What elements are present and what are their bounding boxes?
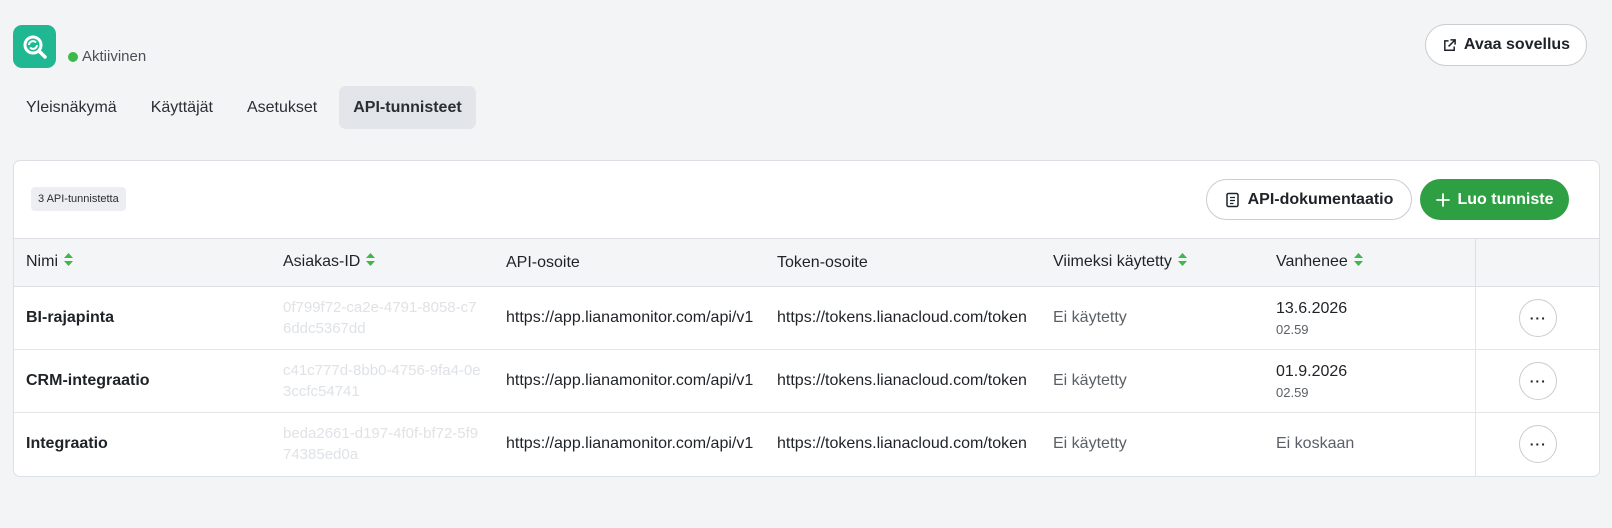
sort-icon[interactable] bbox=[64, 253, 73, 271]
api-url: https://app.lianamonitor.com/api/v1 bbox=[506, 372, 754, 389]
row-actions: ··· bbox=[1474, 349, 1599, 413]
sort-icon[interactable] bbox=[1353, 253, 1363, 271]
token-name: Integraatio bbox=[26, 435, 108, 453]
token-count-badge: 3 API-tunnistetta bbox=[31, 187, 126, 211]
external-link-icon bbox=[1443, 38, 1456, 51]
open-app-button[interactable]: Avaa sovellus bbox=[1425, 24, 1587, 66]
client-id: 0f799f72-ca2e-4791-8058-c76ddc5367dd bbox=[283, 299, 477, 337]
table-row[interactable]: CRM-integraatio c41c777d-8bb0-4756-9fa4-… bbox=[14, 349, 1599, 413]
expires-time: 02.59 bbox=[1276, 384, 1309, 400]
api-docs-label: API-dokumentaatio bbox=[1247, 190, 1394, 208]
expires-date: 01.9.2026 bbox=[1276, 362, 1348, 380]
more-options-button[interactable]: ··· bbox=[1519, 362, 1558, 400]
tab-users[interactable]: Käyttäjät bbox=[137, 86, 227, 129]
col-header-client-id[interactable]: Asiakas-ID bbox=[271, 238, 494, 287]
search-sync-icon bbox=[23, 35, 47, 59]
token-url: https://tokens.lianacloud.com/token bbox=[777, 435, 1027, 453]
col-header-expires[interactable]: Vanhenee bbox=[1264, 238, 1475, 287]
table-row[interactable]: Integraatio beda2661-d197-4f0f-bf72-5f97… bbox=[14, 412, 1599, 476]
token-name: BI-rajapinta bbox=[26, 309, 115, 326]
table-row[interactable]: BI-rajapinta 0f799f72-ca2e-4791-8058-c76… bbox=[14, 286, 1599, 350]
expires-time: 02.59 bbox=[1276, 321, 1309, 337]
api-tokens-table: Nimi Asiakas-ID API-osoite Token-osoite … bbox=[14, 238, 1599, 476]
col-header-name[interactable]: Nimi bbox=[14, 238, 271, 287]
status-dot bbox=[68, 51, 78, 62]
tab-overview[interactable]: Yleisnäkymä bbox=[12, 86, 131, 129]
api-url: https://app.lianamonitor.com/api/v1 bbox=[506, 309, 754, 326]
document-icon bbox=[1225, 192, 1239, 207]
table-header-row: Nimi Asiakas-ID API-osoite Token-osoite … bbox=[14, 238, 1599, 287]
create-token-label: Luo tunniste bbox=[1457, 190, 1554, 208]
col-header-api-url: API-osoite bbox=[494, 238, 765, 287]
expires: 01.9.2026 02.59 bbox=[1264, 350, 1475, 413]
token-url: https://tokens.lianacloud.com/token bbox=[777, 372, 1027, 389]
last-used: Ei käytetty bbox=[1053, 372, 1127, 389]
row-actions: ··· bbox=[1474, 286, 1599, 350]
sort-icon[interactable] bbox=[1177, 253, 1187, 271]
row-actions: ··· bbox=[1474, 412, 1599, 476]
token-url: https://tokens.lianacloud.com/token bbox=[777, 309, 1027, 326]
tab-settings[interactable]: Asetukset bbox=[233, 86, 331, 129]
last-used: Ei käytetty bbox=[1053, 435, 1127, 453]
last-used: Ei käytetty bbox=[1053, 309, 1127, 326]
api-url: https://app.lianamonitor.com/api/v1 bbox=[506, 435, 754, 453]
status-indicator: Aktiivinen bbox=[68, 48, 146, 65]
tab-bar: Yleisnäkymä Käyttäjät Asetukset API-tunn… bbox=[12, 86, 482, 129]
plus-icon bbox=[1435, 192, 1450, 207]
more-options-button[interactable]: ··· bbox=[1519, 299, 1558, 337]
expires: 13.6.2026 02.59 bbox=[1264, 287, 1475, 350]
col-header-token-url: Token-osoite bbox=[765, 238, 1041, 287]
create-token-button[interactable]: Luo tunniste bbox=[1420, 179, 1569, 220]
open-app-label: Avaa sovellus bbox=[1463, 36, 1571, 53]
col-header-actions bbox=[1474, 238, 1599, 287]
app-logo bbox=[13, 25, 56, 68]
api-docs-button[interactable]: API-dokumentaatio bbox=[1206, 179, 1412, 220]
expires: Ei koskaan bbox=[1276, 435, 1355, 453]
expires-date: 13.6.2026 bbox=[1276, 299, 1348, 317]
more-options-button[interactable]: ··· bbox=[1519, 425, 1558, 464]
client-id: beda2661-d197-4f0f-bf72-5f974385ed0a bbox=[283, 425, 479, 464]
status-label: Aktiivinen bbox=[82, 48, 147, 65]
client-id: c41c777d-8bb0-4756-9fa4-0e3ccfc54741 bbox=[283, 362, 481, 400]
api-tokens-card: 3 API-tunnistetta API-dokumentaatio Luo … bbox=[13, 160, 1600, 477]
tab-api-tokens[interactable]: API-tunnisteet bbox=[339, 86, 476, 129]
token-name: CRM-integraatio bbox=[26, 372, 150, 389]
col-header-last-used[interactable]: Viimeksi käytetty bbox=[1041, 238, 1264, 287]
sort-icon[interactable] bbox=[366, 253, 376, 271]
